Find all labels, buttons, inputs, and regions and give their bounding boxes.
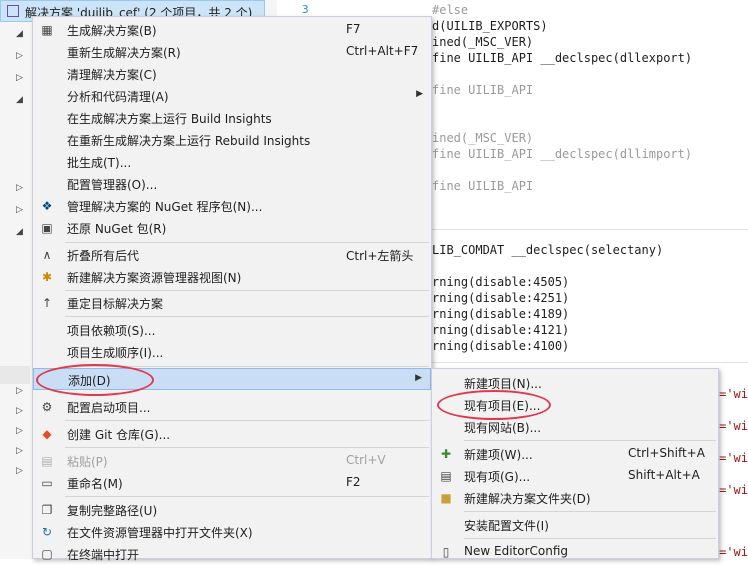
code-string: ='wi: [719, 483, 748, 497]
code-line: #else: [432, 3, 469, 17]
menu-item-project-dependencies[interactable]: 项目依赖项(S)...: [33, 319, 431, 341]
annotation-circle-add: [36, 364, 154, 396]
code-line: LIB_COMDAT __declspec(selectany): [432, 243, 664, 257]
menu-separator: [65, 447, 429, 448]
code-line: rning(disable:4505): [432, 275, 570, 289]
menu-separator: [65, 316, 429, 317]
copy-icon: ❐: [41, 503, 53, 517]
code-string: ='wi: [719, 387, 748, 401]
submenu-item-new-item[interactable]: ✚ 新建项(W)... Ctrl+Shift+A: [432, 443, 718, 465]
submenu-arrow-icon: ▶: [415, 373, 422, 383]
restore-icon: ▣: [41, 221, 53, 235]
code-line: ined(_MSC_VER): [432, 35, 534, 49]
menu-item-copy-full-path[interactable]: ❐ 复制完整路径(U): [33, 499, 431, 521]
menu-item-open-in-explorer[interactable]: ↻ 在文件资源管理器中打开文件夹(X): [33, 521, 431, 543]
editor-divider: [432, 229, 748, 230]
code-line: ined(_MSC_VER): [432, 131, 534, 145]
submenu-arrow-icon: ▶: [416, 89, 423, 99]
menu-item-build-solution[interactable]: ▦ 生成解决方案(B) F7: [33, 19, 431, 41]
menu-item-configure-startup[interactable]: ⚙ 配置启动项目...: [33, 396, 431, 418]
solution-icon: [7, 5, 19, 17]
folder-icon: ■: [440, 491, 452, 505]
rename-icon: ▭: [41, 476, 53, 490]
project-node[interactable]: [0, 366, 30, 384]
git-icon: ◆: [42, 427, 52, 441]
expand-arrow-icon[interactable]: ▷: [16, 426, 23, 436]
submenu-item-new-solution-folder[interactable]: ■ 新建解决方案文件夹(D): [432, 487, 718, 509]
expand-arrow-icon[interactable]: ▷: [16, 183, 23, 193]
code-line: fine UILIB_API: [432, 179, 534, 193]
expand-arrow-icon[interactable]: ◢: [16, 29, 23, 39]
refresh-icon: ↻: [41, 525, 53, 539]
expand-arrow-icon[interactable]: ▷: [16, 466, 23, 476]
menu-separator: [65, 496, 429, 497]
menu-item-create-git-repo[interactable]: ◆ 创建 Git 仓库(G)...: [33, 423, 431, 445]
menu-item-new-explorer-view[interactable]: ✱ 新建解决方案资源管理器视图(N): [33, 266, 431, 288]
menu-item-rename[interactable]: ▭ 重命名(M) F2: [33, 472, 431, 494]
nuget-icon: ❖: [41, 199, 53, 213]
menu-item-rebuild-insights[interactable]: 在重新生成解决方案上运行 Rebuild Insights: [33, 129, 431, 151]
menu-item-paste: ▤ 粘贴(P) Ctrl+V: [33, 450, 431, 472]
code-line: d(UILIB_EXPORTS): [432, 19, 548, 33]
submenu-item-existing-website[interactable]: 现有网站(B)...: [432, 416, 718, 438]
code-line: rning(disable:4121): [432, 323, 570, 337]
expand-arrow-icon[interactable]: ▷: [16, 406, 23, 416]
build-icon: ▦: [41, 23, 53, 37]
expand-arrow-icon[interactable]: ▷: [16, 446, 23, 456]
expand-arrow-icon[interactable]: ▷: [16, 205, 23, 215]
solution-context-menu: ▦ 生成解决方案(B) F7 重新生成解决方案(R) Ctrl+Alt+F7 清…: [32, 16, 432, 562]
code-line: rning(disable:4251): [432, 291, 570, 305]
menu-item-build-insights[interactable]: 在生成解决方案上运行 Build Insights: [33, 107, 431, 129]
collapse-icon: ∧: [42, 248, 52, 262]
menu-item-config-manager[interactable]: 配置管理器(O)...: [33, 173, 431, 195]
new-view-icon: ✱: [41, 270, 53, 284]
expand-arrow-icon[interactable]: ▷: [16, 73, 23, 83]
editorconfig-icon: ▯: [442, 545, 450, 559]
line-number: 3: [302, 3, 309, 16]
retarget-icon: ↑: [41, 296, 53, 310]
menu-item-build-order[interactable]: 项目生成顺序(I)...: [33, 341, 431, 363]
editor-divider: [432, 362, 748, 363]
menu-item-rebuild-solution[interactable]: 重新生成解决方案(R) Ctrl+Alt+F7: [33, 41, 431, 63]
menu-item-batch-build[interactable]: 批生成(T)...: [33, 151, 431, 173]
expand-arrow-icon[interactable]: ◢: [16, 227, 23, 237]
new-item-icon: ✚: [440, 447, 452, 461]
menu-item-analyze[interactable]: 分析和代码清理(A) ▶: [33, 85, 431, 107]
submenu-item-existing-item[interactable]: ▤ 现有项(G)... Shift+Alt+A: [432, 465, 718, 487]
terminal-icon: ▢: [41, 547, 53, 561]
menu-separator: [464, 511, 716, 512]
menu-item-retarget[interactable]: ↑ 重定目标解决方案: [33, 292, 431, 314]
expand-arrow-icon[interactable]: ▷: [16, 51, 23, 61]
menu-item-open-in-terminal[interactable]: ▢ 在终端中打开: [33, 543, 431, 565]
submenu-item-new-editorconfig[interactable]: ▯ New EditorConfig: [432, 541, 718, 563]
expand-arrow-icon[interactable]: ▷: [16, 386, 23, 396]
menu-separator: [65, 290, 429, 291]
menu-separator: [464, 440, 716, 441]
code-line: rning(disable:4100): [432, 339, 570, 353]
code-string: ='wi: [719, 451, 748, 465]
code-string: ='wi: [719, 419, 748, 433]
paste-icon: ▤: [41, 454, 53, 468]
expand-arrow-icon[interactable]: ◢: [16, 95, 23, 105]
submenu-item-install-config[interactable]: 安装配置文件(I): [432, 514, 718, 536]
code-line: rning(disable:4189): [432, 307, 570, 321]
menu-item-collapse-all[interactable]: ∧ 折叠所有后代 Ctrl+左箭头: [33, 244, 431, 266]
code-line: fine UILIB_API __declspec(dllexport): [432, 51, 693, 65]
menu-separator: [65, 242, 429, 243]
menu-item-restore-nuget[interactable]: ▣ 还原 NuGet 包(R): [33, 217, 431, 239]
menu-separator: [464, 538, 716, 539]
existing-item-icon: ▤: [440, 469, 452, 483]
menu-item-clean-solution[interactable]: 清理解决方案(C): [33, 63, 431, 85]
menu-item-manage-nuget[interactable]: ❖ 管理解决方案的 NuGet 程序包(N)...: [33, 195, 431, 217]
code-line: fine UILIB_API __declspec(dllimport): [432, 147, 693, 161]
gear-icon: ⚙: [41, 400, 53, 414]
code-line: fine UILIB_API: [432, 83, 534, 97]
code-string: ='wi: [719, 545, 748, 559]
annotation-circle-existing-project: [437, 390, 551, 420]
menu-separator: [65, 420, 429, 421]
